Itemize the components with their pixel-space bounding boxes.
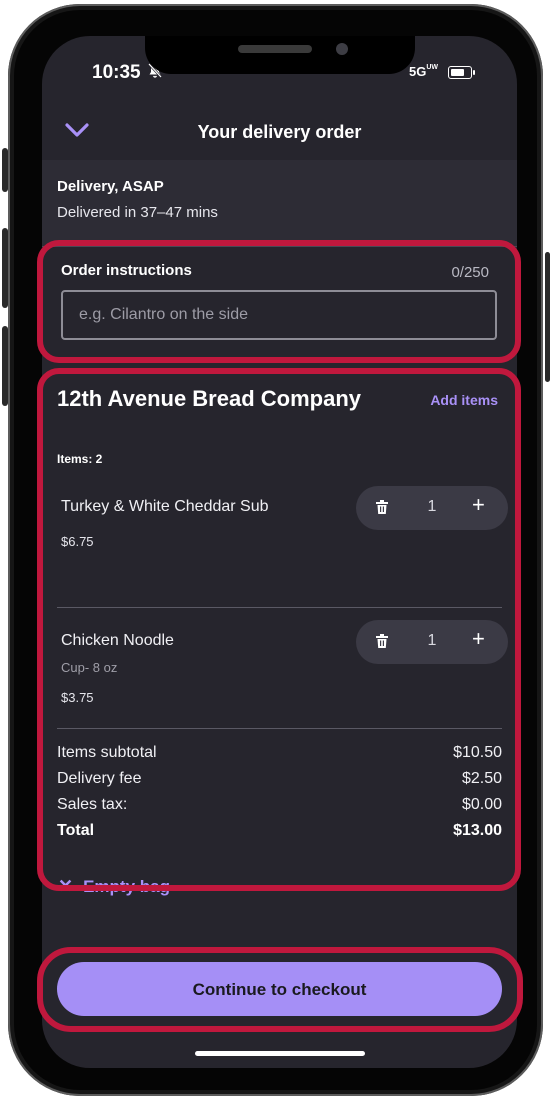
subtotal-label: Items subtotal (57, 744, 157, 761)
sales-tax-label: Sales tax: (57, 796, 128, 813)
restaurant-name: 12th Avenue Bread Company (57, 386, 362, 411)
items-count: Items: 2 (57, 452, 103, 466)
plus-icon[interactable]: + (472, 494, 485, 516)
list-item: Chicken Noodle Cup- 8 oz $3.75 1 + (57, 620, 508, 712)
app-screen: 10:35 5GUW Your delivery order Delivery,… (42, 36, 517, 1068)
header: Your delivery order (42, 112, 517, 156)
summary-total: Total $13.00 (57, 822, 502, 840)
subtotal-value: $10.50 (453, 744, 502, 761)
item-price: $6.75 (61, 534, 94, 549)
delivery-eta: Delivered in 37–47 mins (57, 204, 218, 221)
delivery-fee-label: Delivery fee (57, 770, 142, 787)
trash-icon[interactable] (376, 500, 388, 514)
instructions-char-count: 0/250 (451, 264, 489, 281)
delivery-info: Delivery, ASAP Delivered in 37–47 mins (42, 160, 517, 247)
list-item: Turkey & White Cheddar Sub $6.75 1 + (57, 486, 508, 568)
delivery-fee-value: $2.50 (461, 770, 502, 787)
power-button (545, 252, 550, 382)
battery-icon (448, 66, 475, 79)
total-label: Total (57, 822, 95, 839)
summary-subtotal: Items subtotal $10.50 (57, 744, 502, 762)
empty-bag-button[interactable]: ✕ Empty bag (58, 876, 170, 897)
close-icon: ✕ (58, 876, 74, 896)
quantity-stepper: 1 + (356, 620, 508, 664)
total-value: $13.00 (453, 822, 502, 839)
trash-icon[interactable] (376, 634, 388, 648)
sales-tax-value: $0.00 (461, 796, 502, 813)
page-title: Your delivery order (197, 122, 362, 142)
divider (57, 728, 502, 729)
empty-bag-label: Empty bag (83, 877, 170, 896)
network-label: 5GUW (409, 64, 439, 79)
volume-up-button (2, 228, 8, 308)
notch (145, 36, 415, 74)
item-quantity: 1 (427, 632, 437, 649)
quantity-stepper: 1 + (356, 486, 508, 530)
order-instructions: Order instructions 0/250 (42, 258, 517, 348)
front-camera (336, 43, 348, 55)
volume-down-button (2, 326, 8, 406)
instructions-input[interactable] (61, 290, 497, 340)
speaker (238, 45, 312, 53)
mute-switch (2, 148, 8, 192)
item-price: $3.75 (61, 690, 94, 705)
status-time: 10:35 (92, 62, 141, 83)
item-description: Cup- 8 oz (61, 660, 118, 675)
item-name: Chicken Noodle (61, 632, 174, 649)
home-indicator (195, 1051, 365, 1056)
item-name: Turkey & White Cheddar Sub (61, 498, 269, 515)
network-sub-label: UW (426, 64, 439, 71)
add-items-link[interactable]: Add items (430, 392, 498, 408)
plus-icon[interactable]: + (472, 628, 485, 650)
delivery-title: Delivery, ASAP (57, 178, 164, 195)
item-quantity: 1 (427, 498, 437, 515)
summary-delivery-fee: Delivery fee $2.50 (57, 770, 502, 788)
divider (57, 607, 502, 608)
continue-to-checkout-button[interactable]: Continue to checkout (57, 962, 502, 1016)
instructions-label: Order instructions (61, 262, 192, 279)
summary-sales-tax: Sales tax: $0.00 (57, 796, 502, 814)
